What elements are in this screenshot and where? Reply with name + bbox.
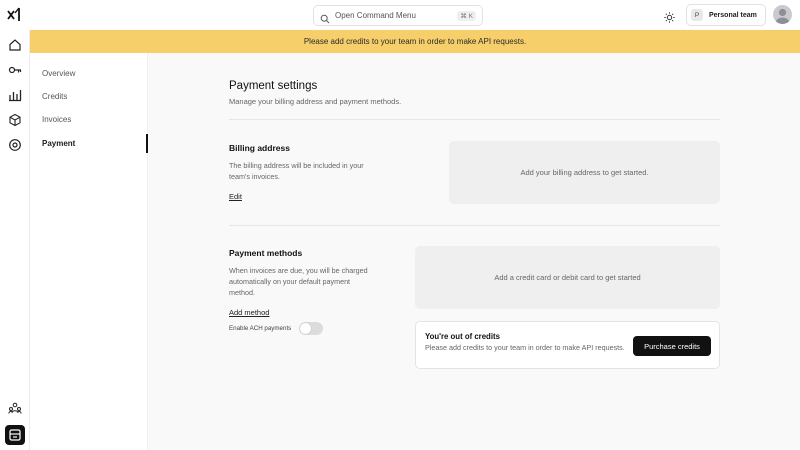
payment-placeholder-text: Add a credit card or debit card to get s… — [494, 273, 641, 282]
team-initial: P — [691, 9, 703, 21]
cube-icon[interactable] — [8, 113, 22, 127]
page-title: Payment settings — [229, 80, 318, 92]
ach-toggle-label: Enable ACH payments — [229, 325, 292, 332]
panel-button[interactable] — [5, 425, 25, 445]
divider — [229, 119, 720, 120]
subnav-item-credits[interactable]: Credits — [42, 92, 67, 101]
alert-description: Please add credits to your team in order… — [425, 343, 625, 352]
billing-address-title: Billing address — [229, 143, 290, 153]
out-of-credits-card: You're out of credits Please add credits… — [415, 321, 720, 369]
edit-billing-link[interactable]: Edit — [229, 192, 242, 201]
divider — [229, 225, 720, 226]
people-icon[interactable] — [8, 401, 22, 415]
billing-placeholder-text: Add your billing address to get started. — [520, 168, 649, 177]
theme-toggle-icon[interactable] — [664, 10, 675, 23]
shortcut-badge: ⌘ K — [457, 10, 476, 21]
command-menu-label: Open Command Menu — [335, 11, 416, 20]
page-subtitle: Manage your billing address and payment … — [229, 97, 402, 106]
bar-chart-icon[interactable] — [8, 88, 22, 102]
billing-address-placeholder: Add your billing address to get started. — [449, 141, 720, 204]
command-menu-button[interactable]: Open Command Menu ⌘ K — [313, 5, 483, 26]
ach-toggle[interactable] — [299, 322, 323, 335]
icon-rail — [0, 30, 30, 450]
top-bar: Open Command Menu ⌘ K P Personal team — [0, 0, 800, 30]
credits-warning-banner: Please add credits to your team in order… — [30, 30, 800, 53]
team-switcher[interactable]: P Personal team — [686, 4, 766, 26]
purchase-credits-button[interactable]: Purchase credits — [633, 336, 711, 356]
subnav-item-invoices[interactable]: Invoices — [42, 115, 71, 124]
target-icon[interactable] — [8, 138, 22, 152]
payment-methods-title: Payment methods — [229, 248, 303, 258]
payment-methods-placeholder: Add a credit card or debit card to get s… — [415, 246, 720, 309]
billing-address-description: The billing address will be included in … — [229, 161, 364, 181]
home-icon[interactable] — [8, 38, 22, 52]
avatar[interactable] — [773, 5, 792, 24]
alert-title: You're out of credits — [425, 332, 500, 341]
panel-icon — [9, 429, 21, 441]
main-content: Payment settings Manage your billing add… — [148, 53, 800, 450]
subnav-item-overview[interactable]: Overview — [42, 69, 75, 78]
payment-methods-description: When invoices are due, you will be charg… — [229, 266, 368, 297]
toggle-knob — [300, 323, 311, 334]
key-icon[interactable] — [8, 63, 22, 77]
add-method-link[interactable]: Add method — [229, 308, 269, 317]
banner-text: Please add credits to your team in order… — [303, 37, 527, 46]
xai-logo-icon[interactable] — [7, 6, 23, 24]
settings-subnav: Overview Credits Invoices Payment — [30, 53, 148, 450]
team-name: Personal team — [709, 11, 757, 19]
subnav-item-payment[interactable]: Payment — [42, 139, 75, 148]
search-icon — [320, 11, 330, 23]
